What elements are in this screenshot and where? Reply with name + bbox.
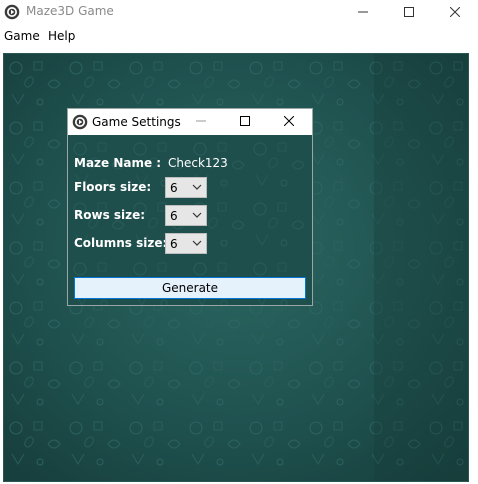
- dialog-title: Game Settings: [92, 115, 181, 129]
- minimize-button[interactable]: [340, 0, 386, 24]
- columns-size-label: Columns size:: [74, 236, 168, 250]
- menu-help[interactable]: Help: [48, 29, 75, 43]
- floors-size-select[interactable]: 6: [165, 177, 207, 198]
- dialog-body: Maze Name : Check123 Floors size: 6 Rows…: [68, 135, 312, 305]
- maximize-button[interactable]: [386, 0, 432, 24]
- dialog-title-bar[interactable]: Game Settings: [68, 109, 312, 135]
- columns-size-value: 6: [170, 237, 178, 251]
- floors-size-value: 6: [170, 181, 178, 195]
- app-icon: [4, 4, 20, 20]
- rows-size-label: Rows size:: [74, 208, 146, 222]
- maximize-icon: [240, 116, 250, 126]
- app-icon: [72, 114, 88, 130]
- menu-game[interactable]: Game: [4, 29, 40, 43]
- rows-size-value: 6: [170, 209, 178, 223]
- menu-bar: Game Help: [0, 26, 478, 46]
- window-title: Maze3D Game: [26, 4, 114, 18]
- generate-button[interactable]: Generate: [74, 277, 306, 299]
- minimize-icon: [358, 11, 368, 13]
- maximize-icon: [404, 7, 414, 17]
- close-button[interactable]: [432, 0, 478, 24]
- dialog-close-button[interactable]: [268, 109, 312, 135]
- chevron-down-icon: [192, 184, 202, 190]
- maze-name-value[interactable]: Check123: [168, 156, 228, 170]
- columns-size-select[interactable]: 6: [165, 233, 207, 254]
- close-icon: [284, 116, 294, 126]
- game-settings-dialog: Game Settings Maze Name : Check123 Floor…: [67, 108, 313, 306]
- close-icon: [450, 7, 460, 17]
- minimize-icon: [196, 120, 206, 122]
- chevron-down-icon: [192, 240, 202, 246]
- dialog-maximize-button[interactable]: [224, 109, 268, 135]
- window-title-bar[interactable]: Maze3D Game: [0, 0, 478, 24]
- chevron-down-icon: [192, 212, 202, 218]
- floors-size-label: Floors size:: [74, 180, 152, 194]
- dialog-minimize-button[interactable]: [180, 109, 224, 135]
- maze-name-label: Maze Name :: [74, 156, 162, 170]
- rows-size-select[interactable]: 6: [165, 205, 207, 226]
